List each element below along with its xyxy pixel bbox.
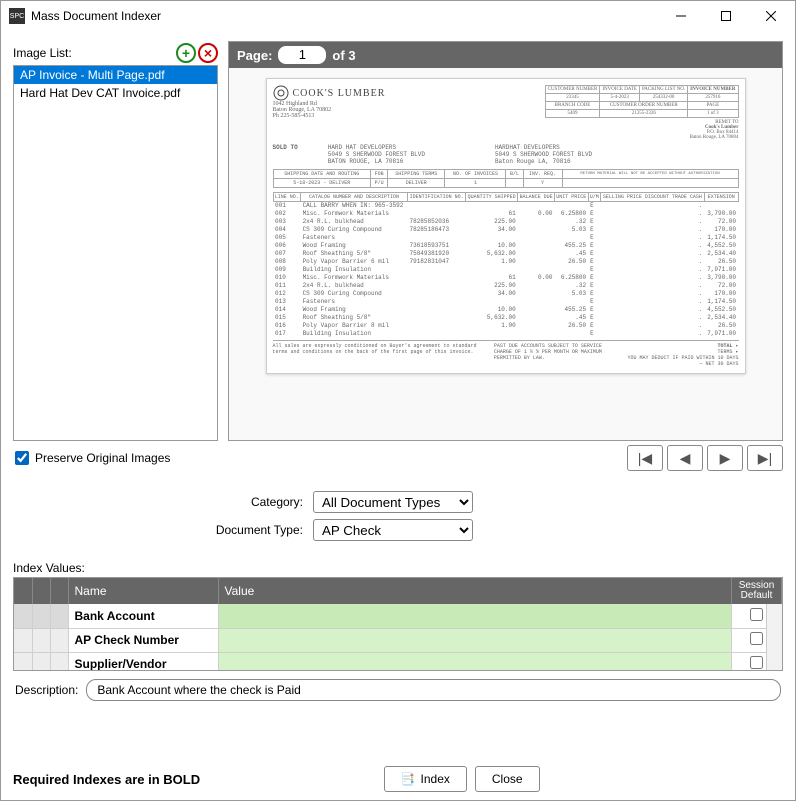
- index-value-cell[interactable]: [218, 652, 732, 671]
- minimize-button[interactable]: [658, 2, 703, 30]
- close-button[interactable]: Close: [475, 766, 540, 792]
- session-default-checkbox[interactable]: [750, 632, 763, 645]
- page-number-input[interactable]: 1: [278, 46, 326, 64]
- image-list[interactable]: AP Invoice - Multi Page.pdfHard Hat Dev …: [13, 65, 218, 441]
- window-title: Mass Document Indexer: [31, 9, 658, 23]
- doctype-select[interactable]: AP Check: [313, 519, 473, 541]
- next-page-button[interactable]: ▶: [707, 445, 743, 471]
- session-default-checkbox[interactable]: [750, 656, 763, 669]
- prev-page-button[interactable]: ◀: [667, 445, 703, 471]
- preserve-original-label: Preserve Original Images: [35, 451, 170, 465]
- table-row[interactable]: AP Check Number: [14, 628, 782, 652]
- index-value-cell[interactable]: [218, 604, 732, 628]
- required-note: Required Indexes are in BOLD: [13, 772, 200, 787]
- grid-scrollbar[interactable]: [766, 604, 782, 670]
- index-name-cell: Supplier/Vendor: [68, 652, 218, 671]
- first-page-button[interactable]: |◀: [627, 445, 663, 471]
- category-select[interactable]: All Document Types: [313, 491, 473, 513]
- index-value-cell[interactable]: [218, 628, 732, 652]
- index-icon: 📑: [401, 772, 415, 786]
- page-total: 3: [348, 48, 355, 63]
- table-row[interactable]: Bank Account: [14, 604, 782, 628]
- index-values-grid: Name Value Session Default Bank AccountA…: [13, 577, 783, 671]
- maximize-button[interactable]: [703, 2, 748, 30]
- add-image-button[interactable]: +: [176, 43, 196, 63]
- index-name-cell: AP Check Number: [68, 628, 218, 652]
- remove-image-button[interactable]: ×: [198, 43, 218, 63]
- grid-col-session-default[interactable]: Session Default: [732, 578, 782, 604]
- doctype-label: Document Type:: [13, 523, 313, 537]
- session-default-checkbox[interactable]: [750, 608, 763, 621]
- table-row[interactable]: Supplier/Vendor: [14, 652, 782, 671]
- page-of-label: of: [332, 48, 344, 63]
- index-button[interactable]: 📑 Index: [384, 766, 467, 792]
- app-icon: SPC: [9, 8, 25, 24]
- image-list-label: Image List:: [13, 46, 174, 60]
- index-name-cell: Bank Account: [68, 604, 218, 628]
- image-list-item[interactable]: AP Invoice - Multi Page.pdf: [14, 66, 217, 84]
- preserve-original-checkbox[interactable]: [15, 451, 29, 465]
- description-label: Description:: [15, 683, 78, 697]
- grid-col-name[interactable]: Name: [68, 578, 218, 604]
- document-preview[interactable]: COOK'S LUMBER1042 Highland RdBaton Rouge…: [229, 68, 782, 440]
- page-label: Page:: [237, 48, 272, 63]
- index-values-label: Index Values:: [13, 561, 783, 575]
- close-window-button[interactable]: [748, 2, 793, 30]
- last-page-button[interactable]: ▶|: [747, 445, 783, 471]
- description-field: Bank Account where the check is Paid: [86, 679, 781, 701]
- grid-col-value[interactable]: Value: [218, 578, 732, 604]
- image-list-item[interactable]: Hard Hat Dev CAT Invoice.pdf: [14, 84, 217, 102]
- category-label: Category:: [13, 495, 313, 509]
